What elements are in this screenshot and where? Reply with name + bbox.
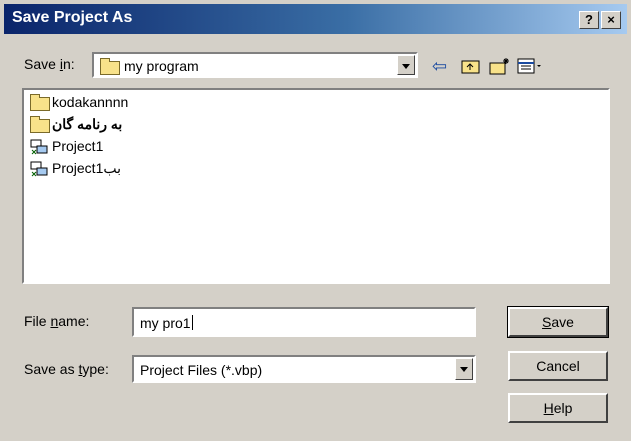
new-folder-icon[interactable] xyxy=(488,56,512,76)
file-name-text: Project1بب xyxy=(52,160,122,176)
help-button[interactable]: Help xyxy=(508,393,608,423)
save-as-type-label: Save as type: xyxy=(24,361,109,377)
file-name-input[interactable]: my pro1 xyxy=(132,307,476,337)
save-button[interactable]: Save xyxy=(507,306,609,338)
cancel-button[interactable]: Cancel xyxy=(508,351,608,381)
save-in-value: my program xyxy=(124,58,199,74)
folder-icon xyxy=(30,94,50,111)
text-caret xyxy=(191,315,193,330)
dialog-title: Save Project As xyxy=(12,9,133,26)
save-as-type-dropdown[interactable]: Project Files (*.vbp) xyxy=(132,355,476,383)
file-list[interactable]: kodakannnn به رنامه گان Project1 Project… xyxy=(22,88,610,284)
chevron-down-icon[interactable] xyxy=(397,55,415,75)
title-bar[interactable]: Save Project As ? × xyxy=(4,4,627,34)
file-name-label: File name: xyxy=(24,313,90,329)
save-project-dialog: Save Project As ? × Save in: my program … xyxy=(0,0,631,441)
file-name-text: kodakannnn xyxy=(52,94,129,110)
vb-project-icon xyxy=(30,161,48,177)
chevron-down-icon[interactable] xyxy=(455,358,473,380)
folder-icon xyxy=(30,116,50,133)
view-menu-icon[interactable] xyxy=(516,56,544,76)
file-name-text: Project1 xyxy=(52,138,104,154)
save-as-type-value: Project Files (*.vbp) xyxy=(140,362,263,378)
file-name-value: my pro1 xyxy=(140,315,191,331)
open-folder-icon xyxy=(100,58,120,75)
up-folder-icon[interactable] xyxy=(460,56,482,76)
file-name-text: به رنامه گان xyxy=(52,116,123,132)
back-arrow-icon[interactable]: ⇦ xyxy=(432,56,447,76)
save-in-label: Save in: xyxy=(24,56,75,72)
help-title-button[interactable]: ? xyxy=(579,11,599,29)
save-in-dropdown[interactable]: my program xyxy=(92,52,418,78)
close-title-button[interactable]: × xyxy=(601,11,621,29)
vb-project-icon xyxy=(30,139,48,155)
